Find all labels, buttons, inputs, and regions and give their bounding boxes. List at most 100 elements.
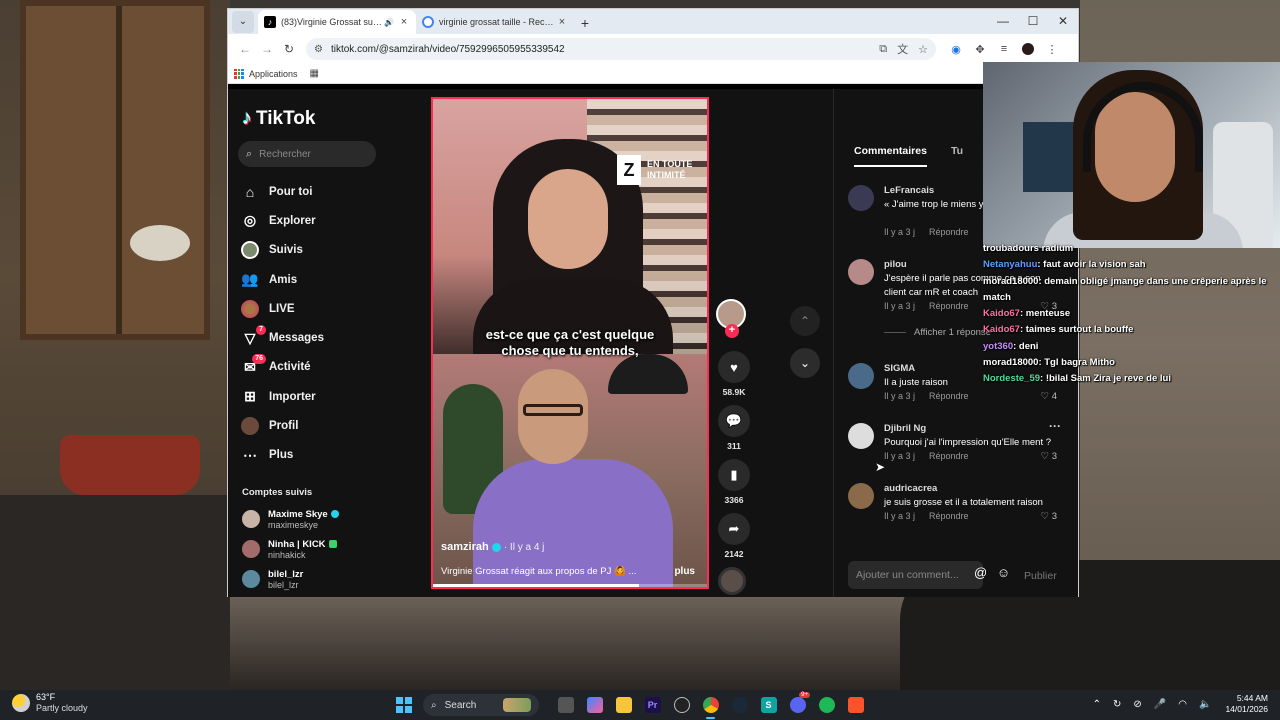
followed-account[interactable]: bilel_lzr bilel_lzr bbox=[242, 564, 339, 594]
emoji-icon[interactable]: ☺ bbox=[997, 565, 1010, 580]
reply-button[interactable]: Répondre bbox=[929, 511, 969, 521]
forward-button[interactable]: → bbox=[256, 42, 278, 56]
weather-widget[interactable]: 63°F Partly cloudy bbox=[12, 692, 88, 714]
like-action[interactable]: ♥ 58.9K bbox=[714, 351, 754, 397]
extensions-puzzle-icon[interactable]: ✥ bbox=[968, 43, 992, 56]
tab-google-search[interactable]: virginie grossat taille - Recherch... × bbox=[416, 10, 574, 34]
video-progress-bar[interactable] bbox=[433, 584, 707, 587]
followed-account[interactable]: Ninha | KICK ninhakick bbox=[242, 534, 339, 564]
music-disc-avatar[interactable] bbox=[718, 567, 746, 595]
site-info-icon[interactable]: ⚙ bbox=[314, 44, 323, 55]
more-options-icon[interactable]: ··· bbox=[1049, 419, 1061, 433]
brave-icon[interactable] bbox=[841, 694, 870, 716]
like-count[interactable]: ♡ 4 bbox=[1041, 391, 1057, 402]
previous-video-button[interactable]: ⌃ bbox=[790, 306, 820, 336]
nav-activite[interactable]: ✉ 76 Activité bbox=[240, 353, 324, 382]
comment-author[interactable]: LeFrancais bbox=[884, 185, 934, 196]
tab-groups-icon[interactable]: ▦ bbox=[310, 68, 319, 79]
translate-icon[interactable]: 文 bbox=[897, 41, 908, 57]
volume-icon[interactable]: 🔈 bbox=[1199, 699, 1211, 710]
task-view-icon[interactable] bbox=[551, 694, 580, 716]
nav-plus[interactable]: ⋯ Plus bbox=[240, 441, 324, 470]
copilot-icon[interactable] bbox=[580, 694, 609, 716]
heart-icon[interactable]: ♥ bbox=[718, 351, 750, 383]
close-window-icon[interactable]: ✕ bbox=[1048, 9, 1078, 33]
microphone-icon[interactable]: 🎤 bbox=[1154, 699, 1166, 710]
clock[interactable]: 5:44 AM 14/01/2026 bbox=[1225, 693, 1268, 715]
avatar[interactable] bbox=[848, 363, 874, 389]
wifi-icon[interactable]: ◠ bbox=[1178, 699, 1187, 710]
comment-action[interactable]: 💬 311 bbox=[714, 405, 754, 451]
reply-button[interactable]: Répondre bbox=[929, 451, 969, 461]
tab-creator-videos[interactable]: Tu bbox=[951, 145, 963, 167]
share-icon[interactable]: ➦ bbox=[718, 513, 750, 545]
close-tab-icon[interactable]: × bbox=[556, 16, 568, 28]
nav-amis[interactable]: 👥 Amis bbox=[240, 265, 324, 294]
new-tab-button[interactable]: + bbox=[574, 12, 596, 34]
save-action[interactable]: ▮ 3366 bbox=[714, 459, 754, 505]
tab-tiktok[interactable]: ♪ (83)Virginie Grossat sur l'ac... 🔊 × bbox=[258, 10, 416, 34]
profile-avatar[interactable] bbox=[1022, 42, 1034, 55]
nav-explorer[interactable]: ◎ Explorer bbox=[240, 206, 324, 235]
taskbar-search[interactable]: ⌕ Search bbox=[423, 694, 539, 716]
nav-suivis[interactable]: Suivis bbox=[240, 236, 324, 265]
nav-pour-toi[interactable]: ⌂ Pour toi bbox=[240, 177, 324, 206]
steam-icon[interactable] bbox=[725, 694, 754, 716]
comment-author[interactable]: audricacrea bbox=[884, 483, 937, 494]
video-player[interactable]: Z EN TOUTE INTIMITÉ est-ce que ça c'est … bbox=[431, 97, 709, 589]
menu-icon[interactable]: ⋮ bbox=[1040, 43, 1064, 56]
reply-button[interactable]: Répondre bbox=[929, 391, 969, 401]
reply-button[interactable]: Répondre bbox=[929, 301, 969, 311]
reply-button[interactable]: Répondre bbox=[929, 227, 969, 237]
avatar[interactable] bbox=[848, 259, 874, 285]
install-app-icon[interactable]: ⧉ bbox=[879, 43, 887, 56]
apps-icon[interactable] bbox=[234, 68, 244, 79]
chrome-icon[interactable] bbox=[696, 694, 725, 719]
obs-icon[interactable] bbox=[667, 694, 696, 716]
bookmark-icon[interactable]: ▮ bbox=[718, 459, 750, 491]
avatar[interactable] bbox=[848, 483, 874, 509]
discord-icon[interactable]: 9+ bbox=[783, 692, 812, 716]
windows-start-icon[interactable] bbox=[393, 694, 415, 716]
more-button[interactable]: plus bbox=[674, 566, 695, 577]
nav-messages[interactable]: ▽ 7 Messages bbox=[240, 323, 324, 352]
back-button[interactable]: ← bbox=[234, 42, 256, 56]
like-count[interactable]: ♡ 3 bbox=[1041, 511, 1057, 522]
avatar[interactable] bbox=[848, 185, 874, 211]
premiere-pro-icon[interactable]: Pr bbox=[638, 694, 667, 716]
comment-author[interactable]: SIGMA bbox=[884, 363, 915, 374]
close-tab-icon[interactable]: × bbox=[398, 16, 410, 28]
maximize-icon[interactable]: ☐ bbox=[1018, 9, 1048, 33]
file-explorer-icon[interactable] bbox=[609, 694, 638, 716]
sync-icon[interactable]: ↻ bbox=[1113, 699, 1121, 710]
mention-icon[interactable]: @ bbox=[974, 565, 987, 580]
followed-account[interactable]: Maxime Skye maximeskye bbox=[242, 504, 339, 534]
nav-live[interactable]: LIVE bbox=[240, 294, 324, 323]
nav-profil[interactable]: Profil bbox=[240, 411, 324, 440]
show-replies-button[interactable]: Afficher 1 réponse bbox=[884, 327, 991, 338]
like-count[interactable]: ♡ 3 bbox=[1041, 451, 1057, 462]
script-editor-icon[interactable]: S bbox=[754, 694, 783, 716]
minimize-icon[interactable]: — bbox=[988, 9, 1018, 33]
follow-plus-icon[interactable]: + bbox=[725, 324, 739, 338]
share-action[interactable]: ➦ 2142 bbox=[714, 513, 754, 559]
next-video-button[interactable]: ⌄ bbox=[790, 348, 820, 378]
video-author[interactable]: samzirah bbox=[441, 541, 489, 553]
tab-commentaires[interactable]: Commentaires bbox=[854, 145, 927, 167]
reload-button[interactable]: ↻ bbox=[278, 42, 300, 56]
address-bar[interactable]: ⚙ tiktok.com/@samzirah/video/75929965059… bbox=[306, 38, 936, 60]
video-off-icon[interactable]: ⊘ bbox=[1133, 699, 1141, 710]
avatar[interactable] bbox=[848, 423, 874, 449]
bookmark-star-icon[interactable]: ☆ bbox=[918, 43, 928, 56]
bookmark-applications[interactable]: Applications bbox=[249, 69, 298, 79]
comment-input[interactable]: Ajouter un comment... bbox=[848, 561, 983, 589]
audio-icon[interactable]: 🔊 bbox=[384, 18, 394, 27]
media-control-icon[interactable]: ≡ bbox=[992, 43, 1016, 56]
comment-author[interactable]: pilou bbox=[884, 259, 907, 270]
tiktok-logo[interactable]: ♪ TikTok bbox=[242, 107, 315, 130]
nav-importer[interactable]: ⊞ Importer bbox=[240, 382, 324, 411]
spotify-icon[interactable] bbox=[812, 694, 841, 716]
extension-icon[interactable]: ◉ bbox=[944, 43, 968, 56]
tab-search-button[interactable]: ⌄ bbox=[232, 11, 254, 33]
chevron-up-icon[interactable]: ⌃ bbox=[1093, 699, 1101, 710]
